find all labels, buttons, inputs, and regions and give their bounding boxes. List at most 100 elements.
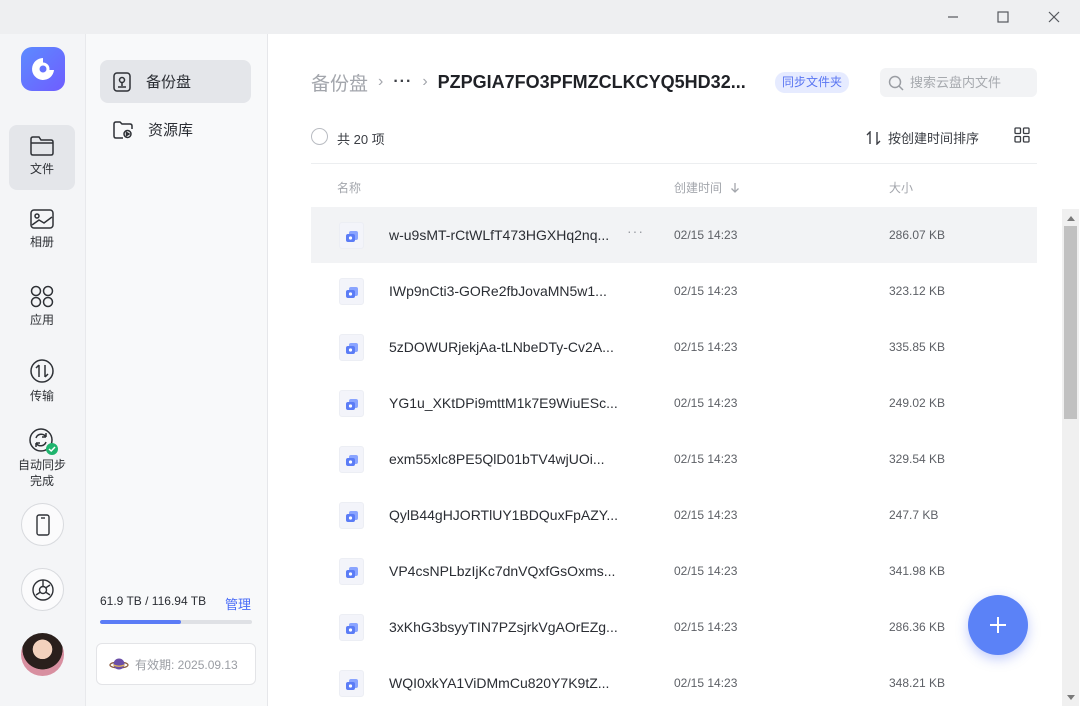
- avatar[interactable]: [21, 633, 64, 676]
- file-size: 286.36 KB: [889, 620, 946, 634]
- file-name: YG1u_XKtDPi9mttM1k7E9WiuESc...: [389, 395, 618, 411]
- file-size: 247.7 KB: [889, 508, 939, 522]
- row-more-button[interactable]: ···: [627, 223, 644, 239]
- file-type-icon: [345, 342, 358, 354]
- nav-item-apps[interactable]: 应用: [9, 284, 75, 334]
- sort-down-arrow-icon: [731, 183, 739, 193]
- close-button[interactable]: [1029, 0, 1079, 34]
- sort-label: 按创建时间排序: [888, 131, 980, 146]
- arrow-up-icon: [1066, 215, 1075, 221]
- nav-label-files: 文件: [29, 162, 54, 176]
- breadcrumb-root[interactable]: 备份盘: [311, 69, 368, 96]
- sync-icon-wrap: [28, 427, 58, 455]
- breadcrumb-more[interactable]: ···: [393, 73, 412, 91]
- table-row[interactable]: exm55xlc8PE5QlD01bTV4wjUOi... 02/15 14:23…: [311, 431, 1037, 487]
- table-row[interactable]: QylB44gHJORTlUY1BDQuxFpAZY... 02/15 14:23…: [311, 487, 1037, 543]
- nav-item-album[interactable]: 相册: [9, 208, 75, 258]
- scroll-down-arrow[interactable]: [1062, 689, 1079, 706]
- file-icon: [339, 334, 364, 361]
- file-created-time: 02/15 14:23: [674, 508, 738, 522]
- table-row[interactable]: YG1u_XKtDPi9mttM1k7E9WiuESc... 02/15 14:2…: [311, 375, 1037, 431]
- file-created-time: 02/15 14:23: [674, 452, 738, 466]
- nav-label-sync: 自动同步 完成: [17, 458, 66, 488]
- table-header: 名称 创建时间 大小: [311, 164, 1037, 206]
- file-name: IWp9nCti3-GORe2fbJovaMN5w1...: [389, 283, 607, 299]
- minimize-button[interactable]: [928, 0, 978, 34]
- app-logo[interactable]: [21, 47, 65, 91]
- nav-item-transfer[interactable]: 传输: [9, 358, 75, 408]
- file-size: 348.21 KB: [889, 676, 946, 690]
- arrow-down-icon: [1066, 694, 1075, 700]
- panel-label-library: 资源库: [148, 122, 194, 139]
- nav-item-sync[interactable]: 自动同步 完成: [9, 427, 75, 497]
- transfer-icon: [30, 359, 54, 383]
- storage-usage-text: 61.9 TB / 116.94 TB: [100, 594, 207, 608]
- column-header-size[interactable]: 大小: [889, 179, 913, 196]
- nav-label-transfer: 传输: [29, 389, 54, 403]
- sort-button[interactable]: 按创建时间排序: [866, 128, 979, 147]
- file-size: 335.85 KB: [889, 340, 946, 354]
- storage-manage-link[interactable]: 管理: [225, 594, 251, 613]
- main-content: 备份盘 › ··· › PZPGIA7FO3PFMZCLKCYQ5HD32...…: [268, 34, 1080, 706]
- file-created-time: 02/15 14:23: [674, 620, 738, 634]
- file-type-icon: [345, 678, 358, 690]
- item-count: 共 20 项: [337, 132, 385, 147]
- file-icon: [339, 390, 364, 417]
- table-row[interactable]: VP4csNPLbzIjKc7dnVQxfGsOxms... 02/15 14:2…: [311, 543, 1037, 599]
- file-created-time: 02/15 14:23: [674, 228, 738, 242]
- maximize-button[interactable]: [978, 0, 1028, 34]
- panel-label-backup: 备份盘: [146, 74, 192, 91]
- file-name: VP4csNPLbzIjKc7dnVQxfGsOxms...: [389, 563, 616, 579]
- table-row[interactable]: 3xKhG3bsyyTIN7PZsjrkVgAOrEZg... 02/15 14:…: [311, 599, 1037, 655]
- view-toggle-button[interactable]: [1014, 127, 1030, 146]
- file-created-time: 02/15 14:23: [674, 396, 738, 410]
- file-type-icon: [345, 286, 358, 298]
- column-header-time-label: 创建时间: [674, 181, 723, 195]
- nav-rail: 文件 相册 应用 传输 自动同步 完成: [0, 34, 86, 706]
- panel-item-library[interactable]: 资源库: [100, 108, 251, 151]
- nav-item-files[interactable]: 文件: [9, 125, 75, 190]
- file-icon: [339, 558, 364, 585]
- grid-view-icon: [1014, 127, 1030, 143]
- file-name: 5zDOWURjekjAa-tLNbeDTy-Cv2A...: [389, 339, 614, 355]
- table-row[interactable]: WQI0xkYA1ViDMmCu820Y7K9tZ... 02/15 14:23 3…: [311, 655, 1037, 706]
- file-name: 3xKhG3bsyyTIN7PZsjrkVgAOrEZg...: [389, 619, 618, 635]
- scroll-thumb[interactable]: [1064, 226, 1077, 419]
- file-icon: [339, 446, 364, 473]
- file-icon: [339, 222, 364, 249]
- close-icon: [1048, 11, 1060, 23]
- validity-text: 有效期: 2025.09.13: [135, 657, 238, 672]
- column-header-name[interactable]: 名称: [337, 179, 361, 196]
- search-icon: [888, 75, 904, 91]
- validity-badge[interactable]: 有效期: 2025.09.13: [96, 643, 256, 685]
- device-button[interactable]: [21, 503, 64, 546]
- file-icon: [339, 502, 364, 529]
- search-box[interactable]: [880, 68, 1037, 97]
- table-row[interactable]: w-u9sMT-rCtWLfT473HGXHq2nq... ··· 02/15 14…: [311, 207, 1037, 263]
- planet-icon: [109, 658, 129, 670]
- scroll-up-arrow[interactable]: [1062, 209, 1079, 226]
- vertical-scrollbar[interactable]: [1062, 209, 1079, 706]
- backup-disk-icon: [113, 71, 131, 92]
- sort-icon: [866, 130, 881, 145]
- table-row[interactable]: IWp9nCti3-GORe2fbJovaMN5w1... 02/15 14:23…: [311, 263, 1037, 319]
- file-type-icon: [345, 566, 358, 578]
- library-folder-icon: [113, 120, 133, 139]
- breadcrumb: 备份盘 › ··· › PZPGIA7FO3PFMZCLKCYQ5HD32...: [311, 69, 746, 96]
- add-button[interactable]: [968, 595, 1028, 655]
- nav-label-apps: 应用: [29, 313, 54, 327]
- column-header-time[interactable]: 创建时间: [674, 179, 740, 196]
- file-icon: [339, 614, 364, 641]
- search-input[interactable]: [910, 75, 1030, 90]
- gear-icon: [31, 578, 54, 601]
- table-row[interactable]: 5zDOWURjekjAa-tLNbeDTy-Cv2A... 02/15 14:2…: [311, 319, 1037, 375]
- storage-progress-bar: [100, 620, 252, 624]
- nav-label-album: 相册: [29, 235, 54, 249]
- select-all-checkbox[interactable]: [311, 128, 328, 145]
- settings-button[interactable]: [21, 568, 64, 611]
- panel-item-backup[interactable]: 备份盘: [100, 60, 251, 103]
- file-type-icon: [345, 510, 358, 522]
- phone-icon: [35, 513, 50, 536]
- file-name: exm55xlc8PE5QlD01bTV4wjUOi...: [389, 451, 605, 467]
- logo-icon: [32, 58, 54, 80]
